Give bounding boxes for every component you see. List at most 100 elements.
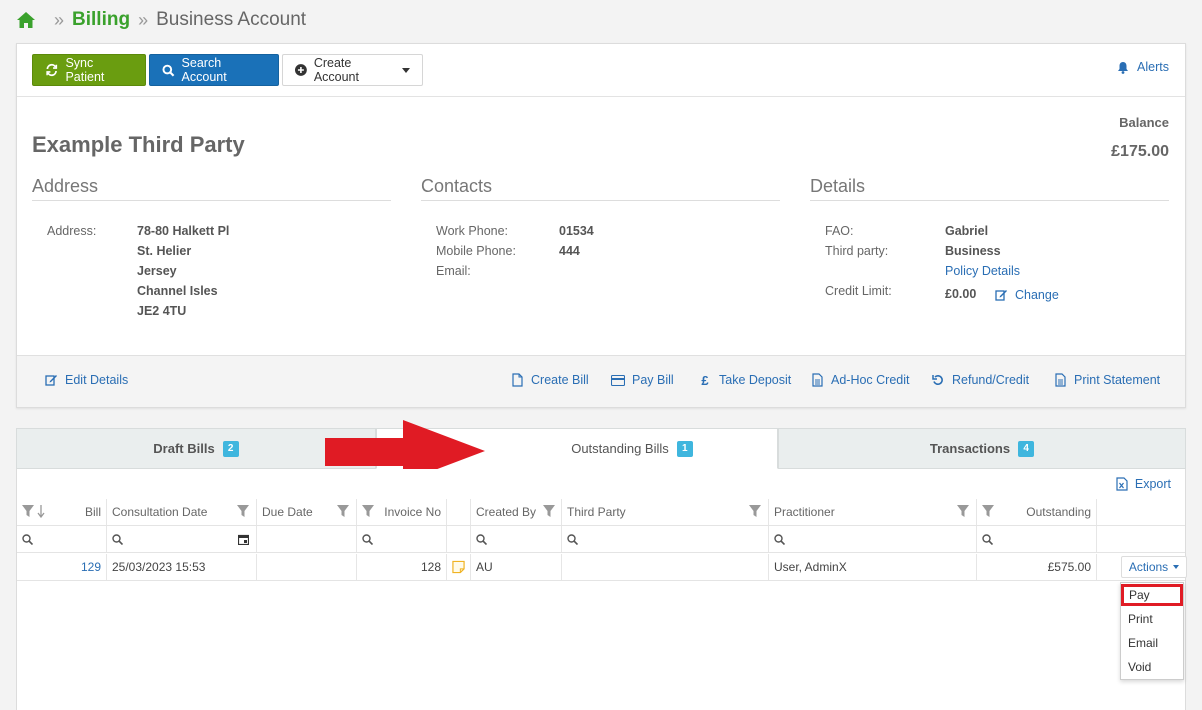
filter-cell-consultation-date[interactable] [107, 526, 257, 552]
filter-icon[interactable] [982, 505, 994, 518]
sticky-note-icon[interactable] [452, 560, 465, 574]
column-header-invoice-no[interactable]: Invoice No [357, 499, 447, 525]
details-section: Details [810, 176, 1169, 201]
filter-cell-due-date[interactable] [257, 526, 357, 552]
edit-icon [995, 290, 1007, 301]
address-line: Jersey [137, 264, 177, 278]
change-credit-link[interactable]: Change [995, 288, 1059, 302]
column-header-outstanding[interactable]: Outstanding [977, 499, 1097, 525]
account-name: Example Third Party [32, 132, 245, 157]
menu-item-pay[interactable]: Pay [1121, 584, 1183, 606]
search-account-label: Search Account [181, 56, 227, 84]
sort-down-icon[interactable] [37, 505, 45, 518]
column-header-created-by[interactable]: Created By [471, 499, 562, 525]
edit-icon [44, 373, 58, 387]
column-label: Third Party [567, 505, 626, 519]
outstanding-cell: £575.00 [977, 554, 1097, 580]
grid-header: Bill Consultation Date Due Date Invoice … [17, 499, 1185, 526]
filter-icon[interactable] [957, 505, 969, 518]
policy-details-link[interactable]: Policy Details [945, 264, 1020, 278]
email-label: Email: [436, 264, 471, 278]
breadcrumb-current: Business Account [156, 9, 307, 30]
column-header-note [447, 499, 471, 525]
column-header-practitioner[interactable]: Practitioner [769, 499, 977, 525]
filter-cell-third-party[interactable] [562, 526, 769, 552]
filter-icon[interactable] [543, 505, 555, 518]
filter-cell-invoice-no[interactable] [357, 526, 447, 552]
print-statement-link[interactable]: Print Statement [1053, 373, 1160, 387]
credit-card-icon [611, 373, 625, 387]
refund-credit-link[interactable]: Refund/Credit [931, 373, 1029, 387]
bill-number-link[interactable]: 129 [17, 554, 107, 580]
row-actions-button[interactable]: Actions [1121, 556, 1187, 578]
tab-transactions[interactable]: Transactions 4 [778, 428, 1186, 469]
breadcrumb: » Billing » Business Account [16, 8, 306, 32]
column-header-consultation-date[interactable]: Consultation Date [107, 499, 257, 525]
column-header-third-party[interactable]: Third Party [562, 499, 769, 525]
third-party-cell [562, 554, 769, 580]
column-label: Invoice No [384, 505, 441, 519]
fao-value: Gabriel [945, 224, 989, 238]
address-line: St. Helier [137, 244, 192, 258]
calendar-icon[interactable] [238, 534, 249, 545]
address-line: JE2 4TU [137, 304, 187, 318]
search-icon [774, 533, 785, 545]
sync-icon [46, 63, 58, 77]
edit-details-link[interactable]: Edit Details [44, 373, 128, 387]
consultation-date-cell: 25/03/2023 15:53 [107, 554, 257, 580]
take-deposit-link[interactable]: £ Take Deposit [698, 373, 791, 388]
caret-down-icon [402, 67, 410, 73]
search-account-button[interactable]: Search Account [149, 54, 279, 86]
adhoc-credit-link[interactable]: Ad-Hoc Credit [810, 373, 910, 387]
balance-label: Balance [1119, 115, 1169, 130]
toolbar: Sync Patient Search Account Create Accou… [17, 44, 1185, 97]
filter-icon[interactable] [337, 505, 349, 518]
alerts-link[interactable]: Alerts [1117, 60, 1169, 74]
plus-circle-icon [295, 64, 307, 76]
outstanding-bills-grid: Export Bill Consultation Date Due Date I… [16, 469, 1187, 710]
breadcrumb-billing-link[interactable]: Billing [72, 9, 130, 31]
sync-patient-button[interactable]: Sync Patient [32, 54, 146, 86]
filter-cell-created-by[interactable] [471, 526, 562, 552]
menu-item-print[interactable]: Print [1121, 608, 1183, 630]
column-label: Consultation Date [112, 505, 208, 519]
pay-bill-link[interactable]: Pay Bill [611, 373, 674, 387]
search-icon [112, 533, 123, 545]
search-icon [982, 533, 993, 545]
filter-cell-outstanding[interactable] [977, 526, 1097, 552]
file-text-icon [1053, 373, 1067, 387]
filter-cell-practitioner[interactable] [769, 526, 977, 552]
create-account-label: Create Account [313, 56, 359, 84]
export-label: Export [1134, 477, 1171, 491]
account-panel: Sync Patient Search Account Create Accou… [16, 43, 1186, 408]
column-header-bill[interactable]: Bill [17, 499, 107, 525]
menu-item-email[interactable]: Email [1121, 632, 1183, 654]
filter-cell-bill[interactable] [17, 526, 107, 552]
create-account-button[interactable]: Create Account [282, 54, 423, 86]
column-header-actions [1097, 499, 1185, 525]
filter-icon[interactable] [22, 505, 34, 518]
search-icon [162, 64, 175, 77]
cell-value[interactable]: 129 [81, 560, 101, 574]
menu-item-void[interactable]: Void [1121, 656, 1183, 678]
address-section: Address [32, 176, 391, 201]
grid-filter-row [17, 526, 1185, 553]
search-icon [362, 533, 373, 545]
work-phone-label: Work Phone: [436, 224, 509, 238]
breadcrumb-separator: » [138, 9, 149, 30]
created-by-cell: AU [471, 554, 562, 580]
filter-icon[interactable] [362, 505, 374, 518]
home-icon[interactable] [16, 10, 36, 30]
credit-limit-label: Credit Limit: [825, 284, 892, 298]
create-bill-link[interactable]: Create Bill [510, 373, 589, 387]
column-header-due-date[interactable]: Due Date [257, 499, 357, 525]
credit-limit-value: £0.00 [945, 287, 977, 301]
export-link[interactable]: Export [1116, 477, 1171, 491]
note-cell [447, 554, 471, 580]
file-text-icon [810, 373, 824, 387]
tab-draft-bills[interactable]: Draft Bills 2 [16, 428, 376, 469]
undo-icon [931, 373, 945, 387]
filter-icon[interactable] [749, 505, 761, 518]
mobile-phone-label: Mobile Phone: [436, 244, 516, 258]
filter-icon[interactable] [237, 505, 249, 518]
